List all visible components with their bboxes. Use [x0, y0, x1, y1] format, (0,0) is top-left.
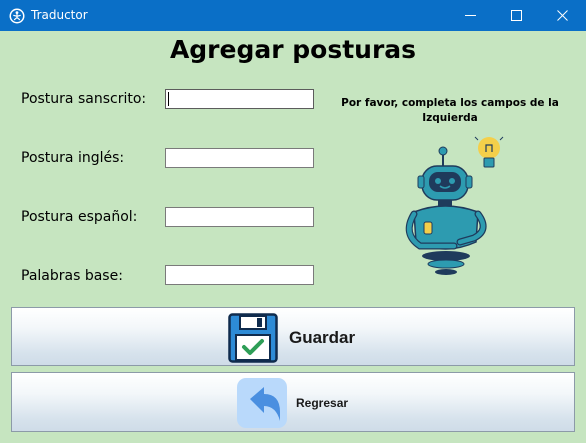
close-icon — [557, 10, 568, 21]
window-title: Traductor — [31, 8, 88, 22]
maximize-button[interactable] — [494, 0, 540, 31]
yoga-pose-icon — [9, 8, 25, 24]
sanskrit-posture-input[interactable] — [165, 89, 314, 109]
page-title: Agregar posturas — [169, 35, 417, 64]
spanish-posture-label: Postura español: — [21, 209, 138, 225]
save-button-label: Guardar — [289, 328, 356, 347]
save-button[interactable]: Guardar — [11, 307, 575, 366]
english-posture-label: Postura inglés: — [21, 150, 125, 166]
base-words-label: Palabras base: — [21, 268, 123, 284]
helper-message: Por favor, completa los campos de la Izq… — [341, 97, 559, 124]
back-button-label: Regresar — [296, 396, 349, 410]
robot-with-lightbulb-illustration — [405, 136, 504, 275]
sanskrit-posture-label: Postura sanscrito: — [21, 91, 147, 107]
back-button[interactable]: Regresar — [11, 372, 575, 432]
title-bar[interactable]: Traductor — [0, 0, 586, 31]
base-words-input[interactable] — [165, 265, 314, 285]
text-cursor — [168, 92, 169, 106]
english-posture-input[interactable] — [165, 148, 314, 168]
maximize-icon — [511, 10, 522, 21]
spanish-posture-input[interactable] — [165, 207, 314, 227]
close-button[interactable] — [540, 0, 586, 31]
app-window: Traductor Agregar posturas Postura sansc… — [0, 0, 586, 443]
back-arrow-icon — [237, 378, 287, 428]
minimize-icon — [465, 15, 476, 16]
minimize-button[interactable] — [448, 0, 494, 31]
floppy-disk-check-icon — [228, 313, 278, 363]
